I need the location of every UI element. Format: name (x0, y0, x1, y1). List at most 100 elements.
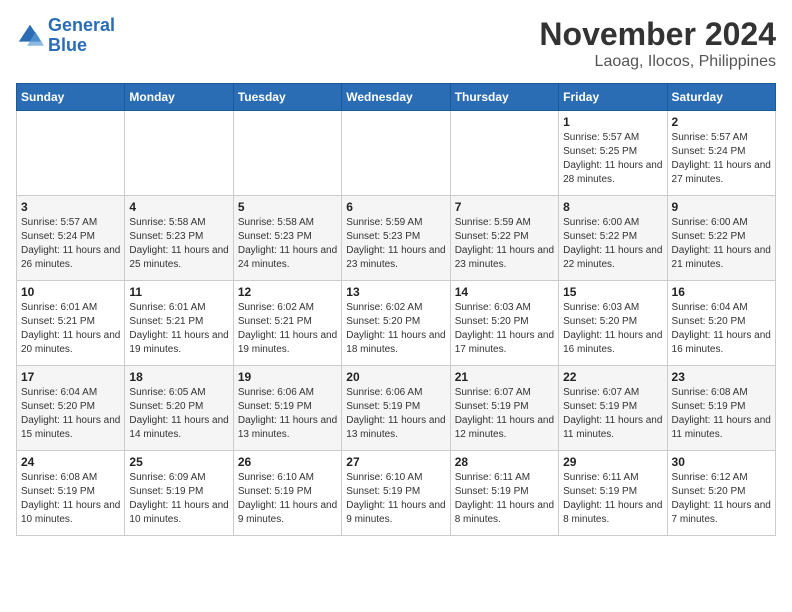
weekday-header: Sunday (17, 84, 125, 111)
day-number: 20 (346, 370, 445, 384)
day-info: Sunrise: 5:59 AMSunset: 5:22 PMDaylight:… (455, 216, 554, 272)
calendar-week-row: 17 Sunrise: 6:04 AMSunset: 5:20 PMDayligh… (17, 366, 776, 451)
calendar-cell (17, 111, 125, 196)
day-number: 18 (129, 370, 228, 384)
logo-line2: Blue (48, 35, 87, 55)
day-number: 29 (563, 455, 662, 469)
day-info: Sunrise: 5:58 AMSunset: 5:23 PMDaylight:… (238, 216, 337, 272)
day-number: 14 (455, 285, 554, 299)
weekday-header: Thursday (450, 84, 558, 111)
day-info: Sunrise: 6:08 AMSunset: 5:19 PMDaylight:… (672, 386, 771, 442)
calendar-table: SundayMondayTuesdayWednesdayThursdayFrid… (16, 83, 776, 536)
calendar-cell: 17 Sunrise: 6:04 AMSunset: 5:20 PMDayligh… (17, 366, 125, 451)
day-info: Sunrise: 6:06 AMSunset: 5:19 PMDaylight:… (238, 386, 337, 442)
day-info: Sunrise: 6:11 AMSunset: 5:19 PMDaylight:… (455, 471, 554, 527)
calendar-cell: 26Sunrise: 6:10 AMSunset: 5:19 PMDayligh… (233, 451, 341, 536)
day-info: Sunrise: 6:09 AMSunset: 5:19 PMDaylight:… (129, 471, 228, 527)
calendar-cell: 13 Sunrise: 6:02 AMSunset: 5:20 PMDayligh… (342, 281, 450, 366)
weekday-row: SundayMondayTuesdayWednesdayThursdayFrid… (17, 84, 776, 111)
logo-line1: General (48, 15, 115, 35)
day-number: 13 (346, 285, 445, 299)
day-info: Sunrise: 6:06 AMSunset: 5:19 PMDaylight:… (346, 386, 445, 442)
calendar-cell: 20 Sunrise: 6:06 AMSunset: 5:19 PMDayligh… (342, 366, 450, 451)
calendar-cell: 28 Sunrise: 6:11 AMSunset: 5:19 PMDayligh… (450, 451, 558, 536)
calendar-week-row: 24 Sunrise: 6:08 AMSunset: 5:19 PMDayligh… (17, 451, 776, 536)
calendar-cell: 12Sunrise: 6:02 AMSunset: 5:21 PMDayligh… (233, 281, 341, 366)
day-number: 2 (672, 115, 771, 129)
page-title: November 2024 (539, 16, 776, 53)
day-info: Sunrise: 6:04 AMSunset: 5:20 PMDaylight:… (21, 386, 120, 442)
calendar-cell: 7 Sunrise: 5:59 AMSunset: 5:22 PMDaylight… (450, 196, 558, 281)
day-info: Sunrise: 6:12 AMSunset: 5:20 PMDaylight:… (672, 471, 771, 527)
day-info: Sunrise: 6:10 AMSunset: 5:19 PMDaylight:… (346, 471, 445, 527)
day-info: Sunrise: 6:10 AMSunset: 5:19 PMDaylight:… (238, 471, 337, 527)
day-number: 1 (563, 115, 662, 129)
day-number: 19 (238, 370, 337, 384)
day-number: 5 (238, 200, 337, 214)
calendar-cell: 11 Sunrise: 6:01 AMSunset: 5:21 PMDayligh… (125, 281, 233, 366)
day-info: Sunrise: 6:08 AMSunset: 5:19 PMDaylight:… (21, 471, 120, 527)
day-info: Sunrise: 6:03 AMSunset: 5:20 PMDaylight:… (455, 301, 554, 357)
day-number: 17 (21, 370, 120, 384)
calendar-cell (450, 111, 558, 196)
day-info: Sunrise: 6:01 AMSunset: 5:21 PMDaylight:… (129, 301, 228, 357)
calendar-cell: 6 Sunrise: 5:59 AMSunset: 5:23 PMDaylight… (342, 196, 450, 281)
calendar-cell: 4Sunrise: 5:58 AMSunset: 5:23 PMDaylight… (125, 196, 233, 281)
day-number: 4 (129, 200, 228, 214)
calendar-cell: 25 Sunrise: 6:09 AMSunset: 5:19 PMDayligh… (125, 451, 233, 536)
day-number: 9 (672, 200, 771, 214)
weekday-header: Tuesday (233, 84, 341, 111)
day-info: Sunrise: 6:05 AMSunset: 5:20 PMDaylight:… (129, 386, 228, 442)
day-number: 16 (672, 285, 771, 299)
day-number: 23 (672, 370, 771, 384)
calendar-week-row: 10Sunrise: 6:01 AMSunset: 5:21 PMDayligh… (17, 281, 776, 366)
calendar-cell (125, 111, 233, 196)
day-info: Sunrise: 6:04 AMSunset: 5:20 PMDaylight:… (672, 301, 771, 357)
calendar-body: 1 Sunrise: 5:57 AMSunset: 5:25 PMDaylight… (17, 111, 776, 536)
calendar-cell: 9 Sunrise: 6:00 AMSunset: 5:22 PMDaylight… (667, 196, 775, 281)
page-header: General Blue November 2024 Laoag, Ilocos… (16, 16, 776, 71)
calendar-cell: 21Sunrise: 6:07 AMSunset: 5:19 PMDayligh… (450, 366, 558, 451)
day-number: 3 (21, 200, 120, 214)
day-number: 7 (455, 200, 554, 214)
day-number: 25 (129, 455, 228, 469)
calendar-week-row: 3 Sunrise: 5:57 AMSunset: 5:24 PMDaylight… (17, 196, 776, 281)
day-number: 8 (563, 200, 662, 214)
logo: General Blue (16, 16, 115, 56)
calendar-week-row: 1 Sunrise: 5:57 AMSunset: 5:25 PMDaylight… (17, 111, 776, 196)
day-info: Sunrise: 6:00 AMSunset: 5:22 PMDaylight:… (672, 216, 771, 272)
calendar-cell: 5 Sunrise: 5:58 AMSunset: 5:23 PMDaylight… (233, 196, 341, 281)
calendar-cell (342, 111, 450, 196)
day-number: 30 (672, 455, 771, 469)
weekday-header: Friday (559, 84, 667, 111)
page-subtitle: Laoag, Ilocos, Philippines (539, 53, 776, 71)
title-block: November 2024 Laoag, Ilocos, Philippines (539, 16, 776, 71)
calendar-cell: 2Sunrise: 5:57 AMSunset: 5:24 PMDaylight… (667, 111, 775, 196)
day-info: Sunrise: 6:00 AMSunset: 5:22 PMDaylight:… (563, 216, 662, 272)
day-number: 27 (346, 455, 445, 469)
calendar-header: SundayMondayTuesdayWednesdayThursdayFrid… (17, 84, 776, 111)
day-number: 15 (563, 285, 662, 299)
calendar-cell (233, 111, 341, 196)
day-info: Sunrise: 6:07 AMSunset: 5:19 PMDaylight:… (455, 386, 554, 442)
calendar-cell: 23 Sunrise: 6:08 AMSunset: 5:19 PMDayligh… (667, 366, 775, 451)
day-number: 11 (129, 285, 228, 299)
day-number: 22 (563, 370, 662, 384)
day-number: 6 (346, 200, 445, 214)
day-info: Sunrise: 6:02 AMSunset: 5:20 PMDaylight:… (346, 301, 445, 357)
calendar-cell: 18 Sunrise: 6:05 AMSunset: 5:20 PMDayligh… (125, 366, 233, 451)
day-info: Sunrise: 5:57 AMSunset: 5:24 PMDaylight:… (21, 216, 120, 272)
day-info: Sunrise: 6:01 AMSunset: 5:21 PMDaylight:… (21, 301, 120, 357)
day-info: Sunrise: 6:02 AMSunset: 5:21 PMDaylight:… (238, 301, 337, 357)
calendar-cell: 16 Sunrise: 6:04 AMSunset: 5:20 PMDayligh… (667, 281, 775, 366)
day-info: Sunrise: 5:59 AMSunset: 5:23 PMDaylight:… (346, 216, 445, 272)
day-info: Sunrise: 6:03 AMSunset: 5:20 PMDaylight:… (563, 301, 662, 357)
calendar-cell: 19 Sunrise: 6:06 AMSunset: 5:19 PMDayligh… (233, 366, 341, 451)
day-number: 24 (21, 455, 120, 469)
calendar-cell: 15 Sunrise: 6:03 AMSunset: 5:20 PMDayligh… (559, 281, 667, 366)
day-number: 28 (455, 455, 554, 469)
calendar-cell: 24 Sunrise: 6:08 AMSunset: 5:19 PMDayligh… (17, 451, 125, 536)
day-info: Sunrise: 5:57 AMSunset: 5:25 PMDaylight:… (563, 131, 662, 187)
calendar-cell: 14 Sunrise: 6:03 AMSunset: 5:20 PMDayligh… (450, 281, 558, 366)
weekday-header: Wednesday (342, 84, 450, 111)
